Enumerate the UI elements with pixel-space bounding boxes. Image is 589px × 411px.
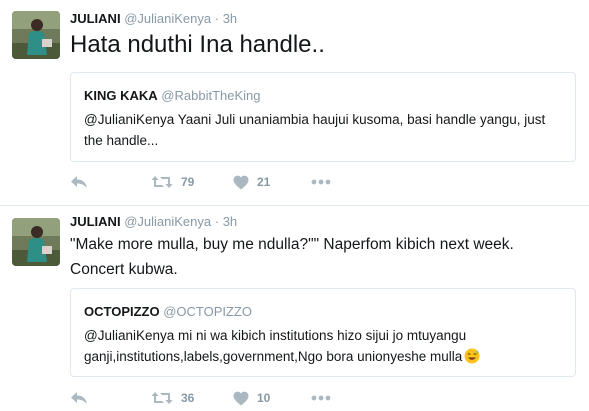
- quoted-tweet-text: @JulianiKenya Yaani Juli unaniambia hauj…: [84, 112, 546, 148]
- timestamp[interactable]: 3h: [223, 11, 237, 26]
- quoted-tweet-text: @JulianiKenya mi ni wa kibich institutio…: [84, 328, 467, 364]
- more-button[interactable]: [311, 388, 331, 408]
- avatar-image: [12, 218, 60, 266]
- more-icon: [311, 395, 331, 401]
- more-button[interactable]: [311, 172, 331, 192]
- author-name[interactable]: JULIANI: [70, 214, 121, 229]
- author-name[interactable]: JULIANI: [70, 11, 121, 26]
- retweet-icon: [151, 392, 173, 404]
- tweet-text: Hata nduthi Ina handle..: [70, 31, 325, 58]
- retweet-button[interactable]: 79: [151, 172, 194, 192]
- like-button[interactable]: 21: [233, 172, 270, 192]
- retweet-button[interactable]: 36: [151, 388, 194, 408]
- separator: ·: [214, 11, 220, 26]
- author-handle[interactable]: @JulianiKenya: [124, 11, 211, 26]
- quoted-tweet-header: KING KAKA @RabbitTheKing: [84, 88, 261, 103]
- quoted-author-handle: @OCTOPIZZO: [163, 304, 253, 319]
- like-button[interactable]: 10: [233, 388, 270, 408]
- reply-button[interactable]: [70, 172, 88, 192]
- heart-icon: [233, 175, 249, 189]
- quoted-tweet[interactable]: KING KAKA @RabbitTheKing @JulianiKenya Y…: [70, 72, 576, 162]
- quoted-author-handle: @RabbitTheKing: [161, 88, 261, 103]
- avatar[interactable]: [12, 218, 60, 266]
- reply-button[interactable]: [70, 388, 88, 408]
- tweet[interactable]: JULIANI @JulianiKenya · 3h Hata nduthi I…: [0, 0, 589, 205]
- quoted-author-name: KING KAKA: [84, 88, 158, 103]
- tweet-header: JULIANI @JulianiKenya · 3h: [70, 214, 237, 229]
- more-icon: [311, 179, 331, 185]
- heart-icon: [233, 391, 249, 405]
- retweet-count: 79: [181, 175, 195, 189]
- tweet-header: JULIANI @JulianiKenya · 3h: [70, 11, 237, 26]
- reply-icon: [71, 392, 87, 404]
- like-count: 21: [257, 175, 271, 189]
- retweet-icon: [151, 176, 173, 188]
- quoted-tweet-text-wrapper: @JulianiKenya mi ni wa kibich institutio…: [84, 325, 564, 367]
- separator: ·: [214, 214, 220, 229]
- author-handle[interactable]: @JulianiKenya: [124, 214, 211, 229]
- tweet[interactable]: JULIANI @JulianiKenya · 3h "Make more mu…: [0, 206, 589, 411]
- timestamp[interactable]: 3h: [223, 214, 237, 229]
- quoted-tweet-header: OCTOPIZZO @OCTOPIZZO: [84, 304, 252, 319]
- reply-icon: [71, 176, 87, 188]
- quoted-tweet[interactable]: OCTOPIZZO @OCTOPIZZO @JulianiKenya mi ni…: [70, 288, 576, 377]
- avatar-image: [12, 11, 60, 59]
- avatar[interactable]: [12, 11, 60, 59]
- sweat-smile-emoji-icon: [464, 348, 480, 364]
- retweet-count: 36: [181, 391, 195, 405]
- like-count: 10: [257, 391, 271, 405]
- tweet-text: "Make more mulla, buy me ndulla?"" Naper…: [70, 236, 514, 278]
- quoted-author-name: OCTOPIZZO: [84, 304, 160, 319]
